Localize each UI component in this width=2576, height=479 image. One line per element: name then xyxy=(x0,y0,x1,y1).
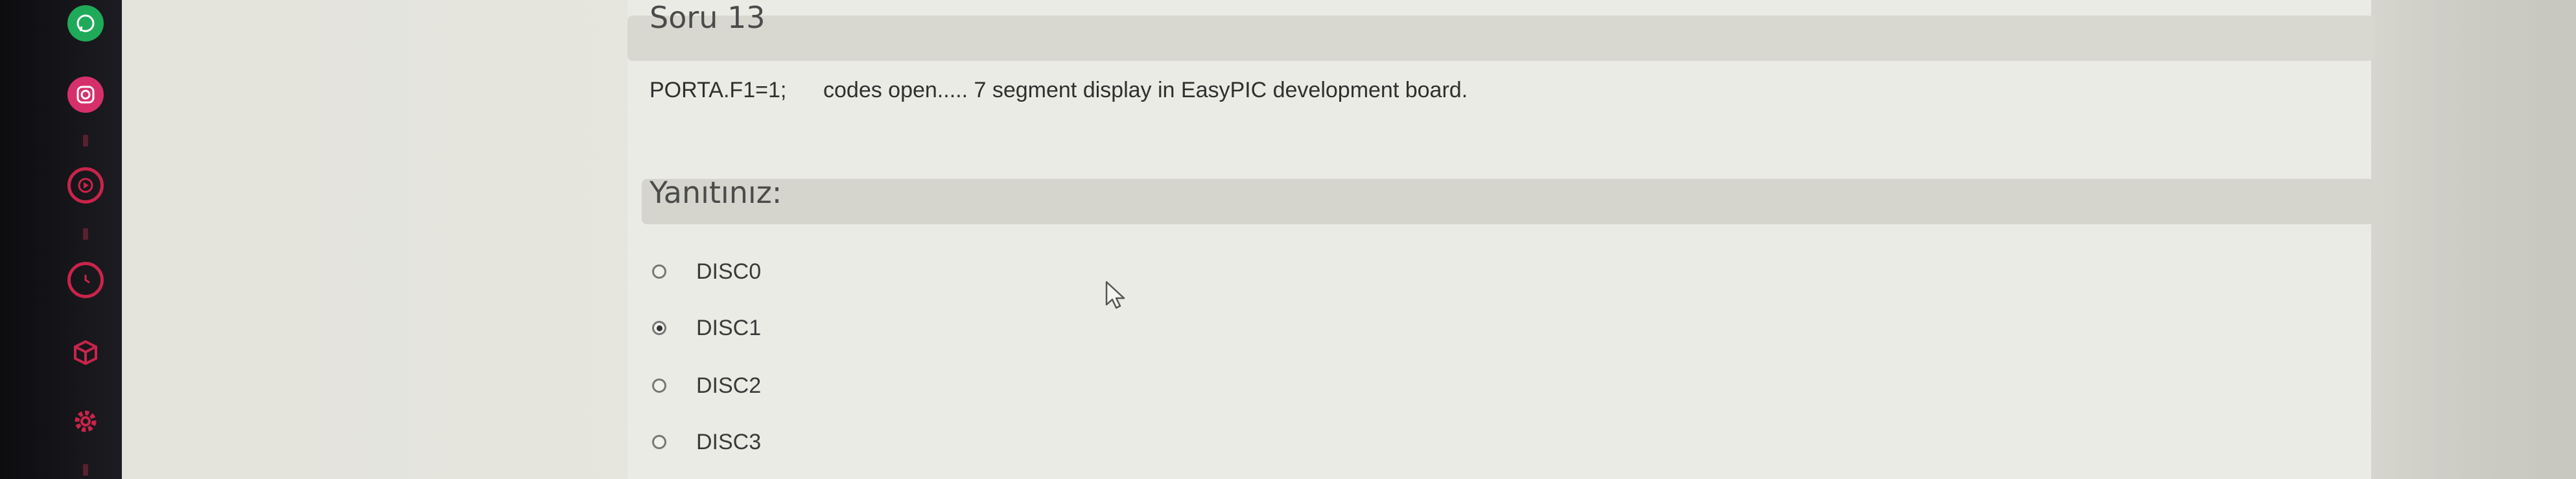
question-panel xyxy=(627,0,2371,479)
answer-header-bar xyxy=(642,179,2374,224)
cube-glyph xyxy=(74,340,97,366)
radio-button[interactable] xyxy=(652,435,666,449)
youtube-icon[interactable] xyxy=(67,167,104,204)
radio-button[interactable] xyxy=(652,264,666,279)
radio-button[interactable] xyxy=(652,379,666,393)
app-sidebar xyxy=(0,0,122,479)
option-label: DISC1 xyxy=(696,315,762,340)
option-disc1[interactable]: DISC1 xyxy=(652,314,761,342)
cube-icon[interactable] xyxy=(67,334,104,371)
instagram-icon[interactable] xyxy=(67,76,104,113)
whatsapp-icon[interactable] xyxy=(67,5,104,41)
gear-icon[interactable] xyxy=(67,403,104,439)
option-label: DISC0 xyxy=(696,259,762,284)
sidebar-separator xyxy=(83,464,88,476)
option-label: DISC2 xyxy=(696,373,762,398)
sidebar-separator xyxy=(83,228,88,240)
sidebar-separator xyxy=(83,135,88,146)
whatsapp-glyph xyxy=(76,14,95,32)
option-label: DISC3 xyxy=(696,429,762,454)
radio-button-selected[interactable] xyxy=(652,321,666,335)
question-number: Soru 13 xyxy=(650,0,766,35)
question-header-bar xyxy=(627,16,2374,61)
screen: Soru 13 PORTA.F1=1; codes open..... 7 se… xyxy=(0,0,2576,479)
clock-glyph xyxy=(84,275,90,284)
screen-edge-shade xyxy=(2382,0,2576,479)
question-text: PORTA.F1=1; codes open..... 7 segment di… xyxy=(650,78,1468,102)
option-disc3[interactable]: DISC3 xyxy=(652,428,761,456)
clock-icon[interactable] xyxy=(67,262,104,298)
answer-label: Yanıtınız: xyxy=(650,175,782,210)
option-disc0[interactable]: DISC0 xyxy=(652,257,761,286)
option-disc2[interactable]: DISC2 xyxy=(652,371,761,400)
instagram-glyph xyxy=(76,86,95,104)
gear-glyph xyxy=(75,410,97,432)
mouse-cursor-icon xyxy=(1105,281,1125,309)
play-glyph xyxy=(78,178,93,193)
